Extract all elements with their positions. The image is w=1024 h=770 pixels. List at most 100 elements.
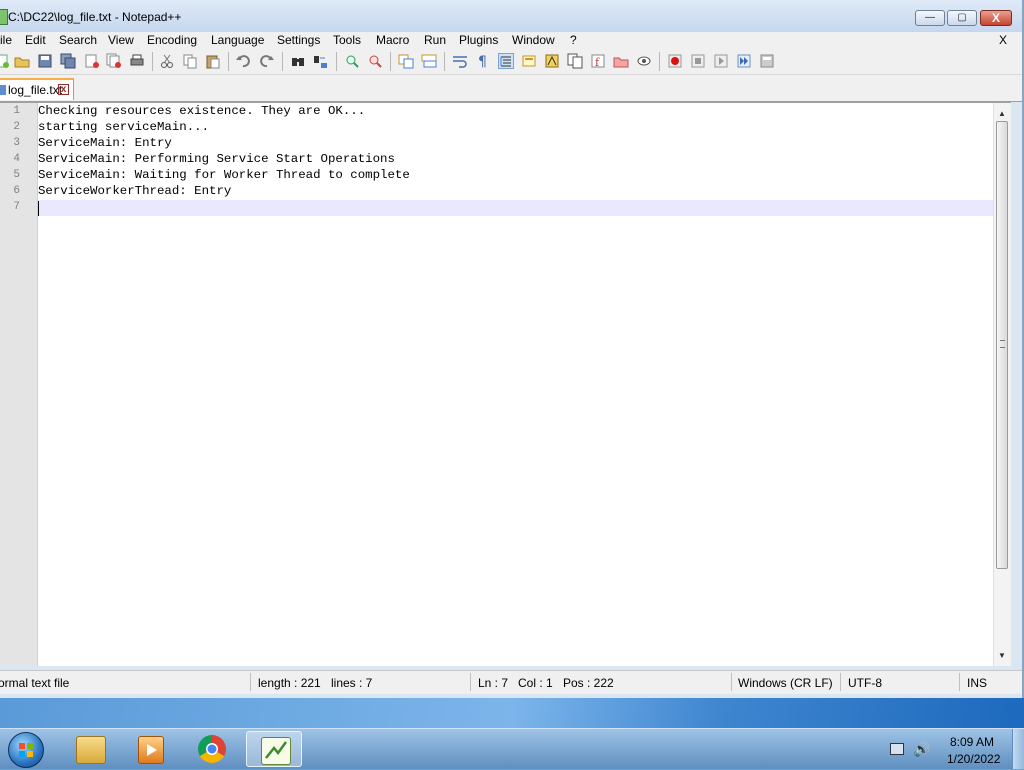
save-macro-icon[interactable] (759, 53, 775, 69)
media-player-icon (138, 736, 164, 764)
start-button[interactable] (8, 732, 44, 768)
status-separator (250, 673, 251, 691)
run-macro-multiple-icon[interactable] (736, 53, 752, 69)
volume-icon[interactable]: 🔊 (913, 741, 930, 758)
scroll-down-icon[interactable]: ▼ (998, 651, 1006, 660)
desktop-background (0, 698, 1024, 728)
find-icon[interactable] (290, 53, 306, 69)
code-line: ServiceMain: Waiting for Worker Thread t… (38, 168, 410, 182)
menu-view[interactable]: View (108, 33, 134, 47)
user-lang-icon[interactable] (521, 53, 537, 69)
new-file-icon[interactable] (0, 53, 10, 69)
windows-logo-icon (19, 743, 33, 757)
status-separator (840, 673, 841, 691)
notepadpp-icon (261, 737, 291, 765)
paste-icon[interactable] (205, 53, 221, 69)
show-desktop-button[interactable] (1012, 729, 1024, 769)
doc-map-icon[interactable] (544, 53, 560, 69)
play-macro-icon[interactable] (713, 53, 729, 69)
stop-macro-icon[interactable] (690, 53, 706, 69)
close-icon: X (991, 11, 1000, 25)
zoom-out-icon[interactable] (367, 53, 383, 69)
toolbar-separator (444, 52, 445, 71)
scroll-up-icon[interactable]: ▲ (998, 109, 1006, 118)
menu-language[interactable]: Language (211, 33, 264, 47)
menu-plugins[interactable]: Plugins (459, 33, 498, 47)
line-number: 6 (13, 185, 20, 197)
menu-settings[interactable]: Settings (277, 33, 320, 47)
taskbar-chrome[interactable] (184, 731, 240, 767)
replace-icon[interactable] (313, 53, 329, 69)
line-number-gutter: 1 2 3 4 5 6 7 (0, 103, 38, 666)
cut-icon[interactable] (159, 53, 175, 69)
sync-horizontal-icon[interactable] (421, 53, 437, 69)
show-all-chars-icon[interactable]: ¶ (475, 53, 491, 70)
undo-icon[interactable] (235, 53, 251, 69)
minimize-button[interactable]: — (915, 10, 945, 26)
text-caret (38, 201, 39, 216)
menu-edit[interactable]: Edit (25, 33, 46, 47)
menu-macro[interactable]: Macro (376, 33, 409, 47)
tab-close-icon[interactable]: x (58, 84, 69, 95)
clock-date[interactable]: 1/20/2022 (947, 752, 1000, 766)
close-document-button[interactable]: X (999, 33, 1007, 47)
clock-time[interactable]: 8:09 AM (950, 735, 994, 749)
menu-window[interactable]: Window (512, 33, 555, 47)
function-list-icon[interactable]: f (590, 53, 606, 69)
taskbar-explorer[interactable] (62, 731, 118, 767)
status-pos: Pos : 222 (563, 676, 614, 690)
scrollbar-thumb[interactable] (996, 121, 1008, 569)
menu-encoding[interactable]: Encoding (147, 33, 197, 47)
word-wrap-icon[interactable] (452, 53, 468, 69)
close-all-icon[interactable] (106, 53, 122, 69)
sync-vertical-icon[interactable] (398, 53, 414, 69)
status-length: length : 221 (258, 676, 321, 690)
taskbar: 🔊 8:09 AM 1/20/2022 (0, 728, 1024, 769)
minimize-icon: — (925, 12, 935, 23)
doc-list-icon[interactable] (567, 53, 583, 69)
code-line: ServiceWorkerThread: Entry (38, 184, 232, 198)
taskbar-media-player[interactable] (122, 731, 178, 767)
toolbar-separator (282, 52, 283, 71)
menu-file[interactable]: ile (0, 33, 12, 47)
close-button[interactable]: X (980, 10, 1012, 26)
network-icon[interactable] (890, 743, 904, 755)
line-number: 1 (13, 105, 20, 117)
taskbar-notepadpp[interactable] (246, 731, 302, 767)
maximize-button[interactable]: ▢ (947, 10, 977, 26)
code-line: ServiceMain: Entry (38, 136, 172, 150)
toolbar-separator (228, 52, 229, 71)
copy-icon[interactable] (182, 53, 198, 69)
menu-run[interactable]: Run (424, 33, 446, 47)
toolbar-separator (659, 52, 660, 71)
status-col: Col : 1 (518, 676, 553, 690)
zoom-in-icon[interactable] (344, 53, 360, 69)
redo-icon[interactable] (259, 53, 275, 69)
title-bar[interactable]: C:\DC22\log_file.txt - Notepad++ — ▢ X (0, 0, 1022, 32)
status-eol[interactable]: Windows (CR LF) (738, 676, 833, 690)
status-insert-mode[interactable]: INS (967, 676, 987, 690)
save-icon[interactable] (37, 53, 53, 69)
close-file-icon[interactable] (84, 53, 100, 69)
tab-label: log_file.txt (8, 83, 63, 97)
vertical-scrollbar[interactable]: ▲ ▼ (993, 103, 1011, 666)
notepadpp-window: C:\DC22\log_file.txt - Notepad++ — ▢ X i… (0, 0, 1024, 698)
editor-area[interactable]: 1 2 3 4 5 6 7 Checking resources existen… (0, 102, 1011, 666)
open-file-icon[interactable] (14, 53, 30, 69)
menu-search[interactable]: Search (59, 33, 97, 47)
status-separator (731, 673, 732, 691)
chrome-icon (198, 735, 226, 763)
menu-tools[interactable]: Tools (333, 33, 361, 47)
indent-guide-icon[interactable] (498, 53, 514, 69)
monitoring-eye-icon[interactable] (636, 53, 652, 69)
code-line: ServiceMain: Performing Service Start Op… (38, 152, 395, 166)
status-file-type: ormal text file (0, 676, 70, 690)
print-icon[interactable] (129, 53, 145, 69)
tab-log-file[interactable]: log_file.txt x (0, 78, 74, 100)
record-macro-icon[interactable] (667, 53, 683, 69)
toolbar-separator (336, 52, 337, 71)
menu-help[interactable]: ? (570, 33, 577, 47)
status-encoding[interactable]: UTF-8 (848, 676, 882, 690)
save-all-icon[interactable] (60, 53, 76, 69)
folder-workspace-icon[interactable] (613, 53, 629, 69)
